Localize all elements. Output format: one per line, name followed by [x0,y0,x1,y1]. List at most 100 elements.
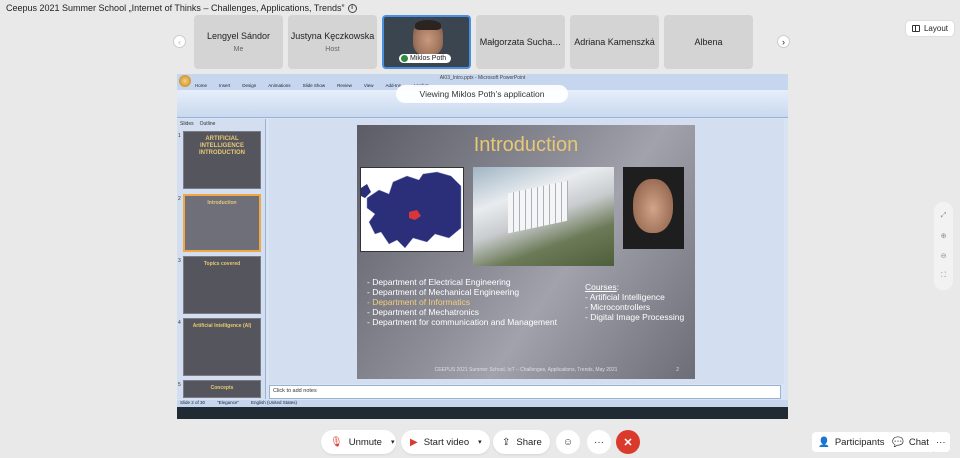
previous-participants-button[interactable]: ‹ [173,35,186,48]
chevron-left-icon: ‹ [178,36,181,47]
zoom-in-icon[interactable]: ⊕ [941,232,947,240]
courses-list: Courses: - Artificial Intelligence - Mic… [585,282,684,322]
zoom-controls: ⤢ ⊕ ⊖ ⛶ [934,202,953,290]
start-video-label: Start video [423,436,470,448]
pane-tab-outline: Outline [199,121,216,127]
chevron-right-icon: › [782,36,785,47]
participants-icon: 👤 [818,436,830,448]
participant-strip: Lengyel Sándor Me Justyna Kęczkowska Hos… [194,15,753,69]
participant-tile[interactable]: Adriana Kamenszká [570,15,659,69]
participant-tile[interactable]: Lengyel Sándor Me [194,15,283,69]
ppt-window-title: AI03_Intro.pptx - Microsoft PowerPoint [177,74,788,83]
more-menu-button[interactable]: ··· [932,432,950,452]
thumbnail-title: ARTIFICIAL INTELLIGENCE INTRODUCTION [199,136,245,157]
presenter-portrait-photo [623,167,684,249]
participant-name: Małgorzata Sucha… [479,37,562,47]
more-icon: ··· [936,436,946,448]
leave-meeting-button[interactable]: ✕ [616,430,640,454]
shared-screen[interactable]: AI03_Intro.pptx - Microsoft PowerPoint H… [177,74,788,419]
participant-video [413,20,443,55]
status-item: "Elegance" [217,400,239,405]
participant-name: Miklos Poth [410,55,447,62]
chevron-down-icon[interactable]: ▾ [391,438,395,446]
pane-tab-slides: Slides [180,121,194,127]
participant-tile[interactable]: Albena [664,15,753,69]
participant-name-tag: Miklos Poth [399,54,452,63]
participant-tile[interactable]: Justyna Kęczkowska Host [288,15,377,69]
microphone-muted-icon: 🎙 [330,436,343,448]
course-item: - Microcontrollers [585,302,651,312]
thumbnail-number: 3 [178,258,181,264]
department-item: - Department of Mechanical Engineering [367,287,520,297]
campus-building-photo [473,167,614,266]
participants-label: Participants [834,436,885,448]
thumbnail-number: 1 [178,133,181,139]
share-label: Share [516,436,542,448]
ribbon-tab: View [363,83,374,88]
europe-map-image [360,167,464,252]
thumbnail-number: 5 [178,382,181,388]
thumbnail-title: Artificial Intelligence (AI) [192,323,252,329]
thumbnail-title: Topics covered [203,261,241,267]
fit-screen-icon[interactable]: ⤢ [941,212,947,220]
unmute-button[interactable]: 🎙 Unmute ▾ [321,430,396,454]
pane-tabs: Slides Outline [177,119,265,129]
department-item-highlighted: - Department of Informatics [367,297,470,307]
status-item: English (United States) [251,400,298,405]
info-icon[interactable]: i [347,3,357,13]
department-item: - Department for communication and Manag… [367,317,557,327]
ribbon-tab: Insert [219,83,231,88]
thumbnail-number: 2 [178,196,181,202]
ribbon-tab: Home [195,83,208,88]
ribbon-tab: Design [242,83,257,88]
participant-tile[interactable]: Małgorzata Sucha… [476,15,565,69]
participant-video-tile[interactable]: Miklos Poth [382,15,471,69]
taskbar [177,407,788,419]
fullscreen-icon[interactable]: ⛶ [941,272,946,280]
participant-role: Host [325,46,340,53]
reactions-button[interactable]: ☺ [556,430,580,454]
more-options-button[interactable]: ··· [587,430,611,454]
department-list: - Department of Electrical Engineering -… [367,277,557,327]
participant-name: Albena [694,37,723,47]
zoom-out-icon[interactable]: ⊖ [941,252,947,260]
course-item: - Artificial Intelligence [585,292,665,302]
status-item: Slide 2 of 30 [180,400,206,405]
ribbon-tab: Slide Show [302,83,326,88]
department-item: - Department of Mechatronics [367,307,479,317]
layout-icon [911,25,920,32]
thumbnail-title: Introduction [207,200,237,206]
department-item: - Department of Electrical Engineering [367,277,511,287]
chat-label: Chat [908,436,929,448]
slide-edit-area: Introduction - Department of Electrical … [269,119,784,384]
portrait-face [633,179,673,233]
ribbon-tab: Animations [268,83,291,88]
participants-button[interactable]: 👤 Participants [812,432,891,452]
slide-number: 2 [676,367,679,373]
slide-thumbnail: Introduction [183,194,261,252]
building-graphic [508,180,568,234]
ppt-status-bar: Slide 2 of 30 "Elegance" English (United… [177,400,788,407]
participant-name: Justyna Kęczkowska [290,31,375,41]
unmute-label: Unmute [348,436,382,448]
chat-button[interactable]: 💬 Chat [886,432,935,452]
courses-heading-colon: : [616,282,620,292]
share-button[interactable]: ⇪ Share [493,430,550,454]
camera-off-icon: ▶ [410,436,418,448]
layout-label: Layout [923,24,948,33]
courses-heading: Courses [585,282,617,292]
layout-button[interactable]: Layout [904,20,955,37]
current-slide: Introduction - Department of Electrical … [357,125,695,379]
notes-pane: Click to add notes [269,385,781,399]
chevron-down-icon[interactable]: ▾ [478,438,482,446]
start-video-button[interactable]: ▶ Start video ▾ [401,430,490,454]
chat-icon: 💬 [892,436,904,448]
slide-thumbnail: ARTIFICIAL INTELLIGENCE INTRODUCTION [183,131,261,189]
speaker-status-icon [401,55,408,62]
next-participants-button[interactable]: › [777,35,790,48]
participant-role: Me [233,46,244,53]
meeting-title-text: Ceepus 2021 Summer School „Internet of T… [6,3,345,13]
smiley-icon: ☺ [562,436,574,448]
thumbnail-number: 4 [178,320,181,326]
slide-title: Introduction [473,134,579,156]
